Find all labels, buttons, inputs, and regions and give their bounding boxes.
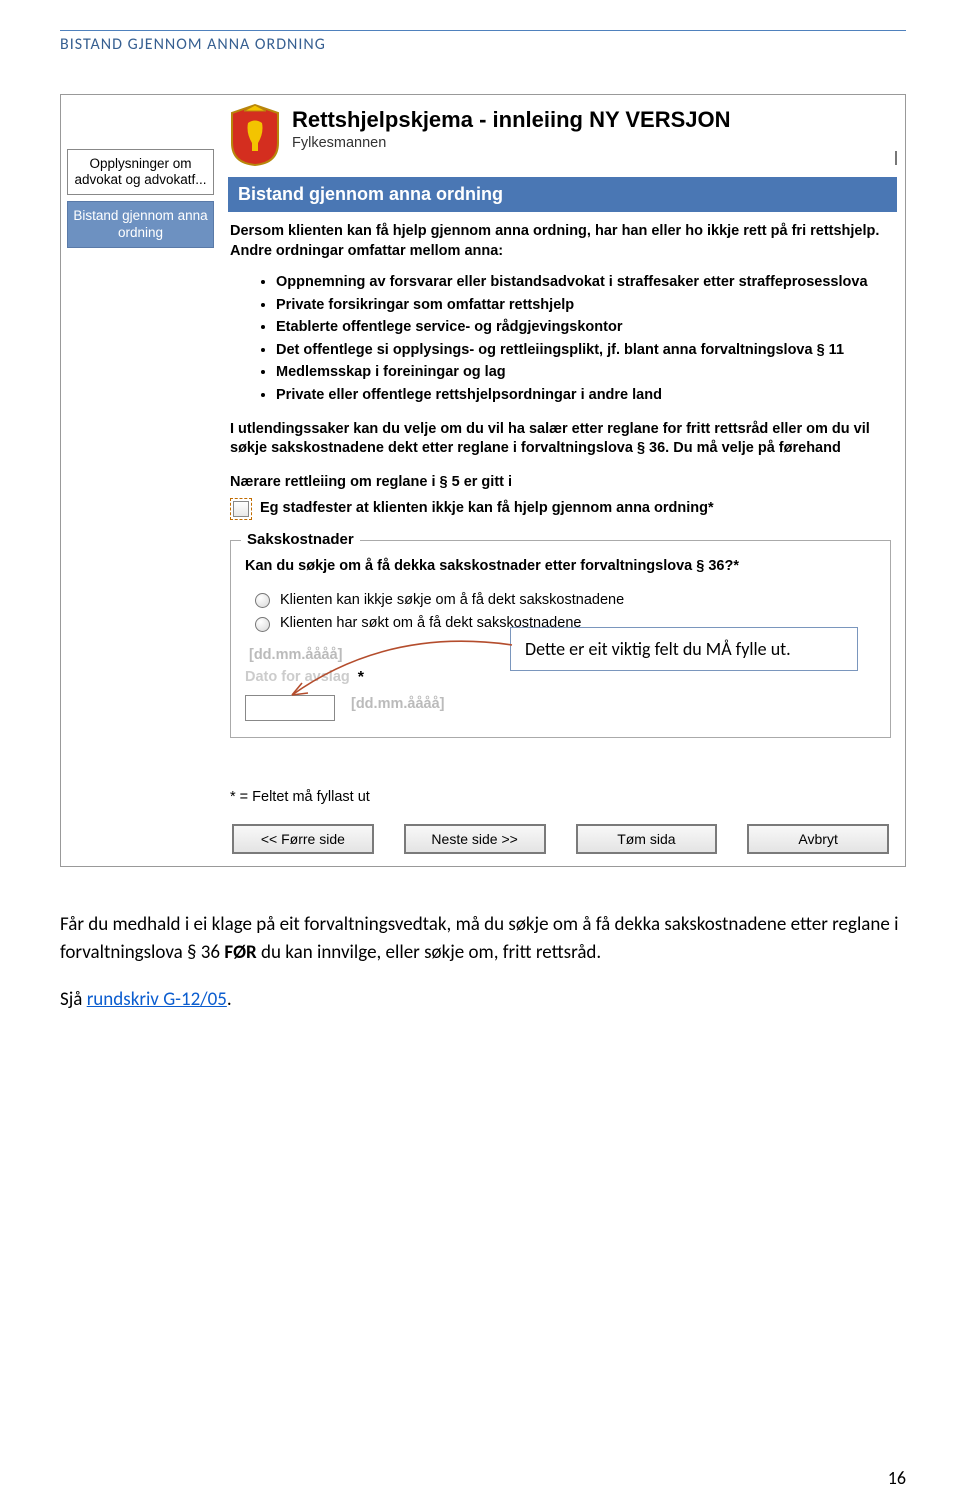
section-bar: Bistand gjennom anna ordning bbox=[228, 177, 897, 212]
page-number: 16 bbox=[888, 1467, 906, 1489]
nav-item-opplysninger[interactable]: Opplysninger om advokat og advokatf... bbox=[67, 149, 214, 195]
radio-ikkje-sokje[interactable] bbox=[255, 593, 270, 608]
dato-avslag-label: Dato for avslag bbox=[245, 668, 350, 688]
next-page-button[interactable]: Neste side >> bbox=[404, 824, 546, 855]
coat-of-arms-icon bbox=[228, 103, 282, 167]
bullet-item: Medlemsskap i foreiningar og lag bbox=[276, 363, 891, 383]
bullet-item: Private eller offentlege rettshjelpsordn… bbox=[276, 386, 891, 406]
para-naerare: Nærare rettleiing om reglane i § 5 er gi… bbox=[230, 474, 512, 490]
body-text: Får du medhald i ei klage på eit forvalt… bbox=[60, 911, 906, 1013]
bullet-item: Oppnemning av forsvarar eller bistandsad… bbox=[276, 273, 891, 293]
app-title: Rettshjelpskjema - innleiing NY VERSJON bbox=[292, 107, 731, 133]
lead-text: Dersom klienten kan få hjelp gjennom ann… bbox=[230, 222, 891, 261]
bullet-item: Det offentlege si opplysings- og rettlei… bbox=[276, 341, 891, 361]
stadfest-label: Eg stadfester at klienten ikkje kan få h… bbox=[260, 499, 714, 519]
clear-page-button[interactable]: Tøm sida bbox=[576, 824, 718, 855]
para-utlending: I utlendingssaker kan du velje om du vil… bbox=[230, 420, 891, 459]
checkbox-highlight bbox=[230, 498, 252, 520]
app-subtitle: Fylkesmannen bbox=[292, 135, 731, 151]
radio-har-sokt[interactable] bbox=[255, 617, 270, 632]
nav-item-bistand[interactable]: Bistand gjennom anna ordning bbox=[67, 201, 214, 247]
rundskriv-link[interactable]: rundskriv G-12/05 bbox=[87, 988, 227, 1011]
dato-avslag-input[interactable] bbox=[245, 695, 335, 721]
bullet-item: Etablerte offentlege service- og rådgjev… bbox=[276, 318, 891, 338]
form-main: Rettshjelpskjema - innleiing NY VERSJON … bbox=[218, 99, 901, 862]
bullet-item: Private forsikringar som omfattar rettsh… bbox=[276, 296, 891, 316]
fieldset-question: Kan du søkje om å få dekka sakskostnader… bbox=[245, 557, 876, 577]
required-note: * = Feltet må fyllast ut bbox=[230, 788, 891, 808]
cancel-button[interactable]: Avbryt bbox=[747, 824, 889, 855]
date-placeholder-2: [dd.mm.åååå] bbox=[351, 695, 444, 715]
callout-note: Dette er eit viktig felt du MÅ fylle ut. bbox=[510, 627, 858, 671]
required-asterisk: * bbox=[358, 667, 364, 689]
radio-label: Klienten kan ikkje søkje om å få dekt sa… bbox=[280, 591, 624, 611]
stadfest-checkbox[interactable] bbox=[233, 501, 249, 517]
prev-page-button[interactable]: << Førre side bbox=[232, 824, 374, 855]
fieldset-legend: Sakskostnader bbox=[241, 530, 360, 550]
screenshot-frame: Opplysninger om advokat og advokatf... B… bbox=[60, 94, 906, 867]
sidebar: Opplysninger om advokat og advokatf... B… bbox=[65, 99, 218, 254]
bullet-list: Oppnemning av forsvarar eller bistandsad… bbox=[230, 273, 891, 405]
page-heading: BISTAND GJENNOM ANNA ORDNING bbox=[60, 35, 906, 54]
